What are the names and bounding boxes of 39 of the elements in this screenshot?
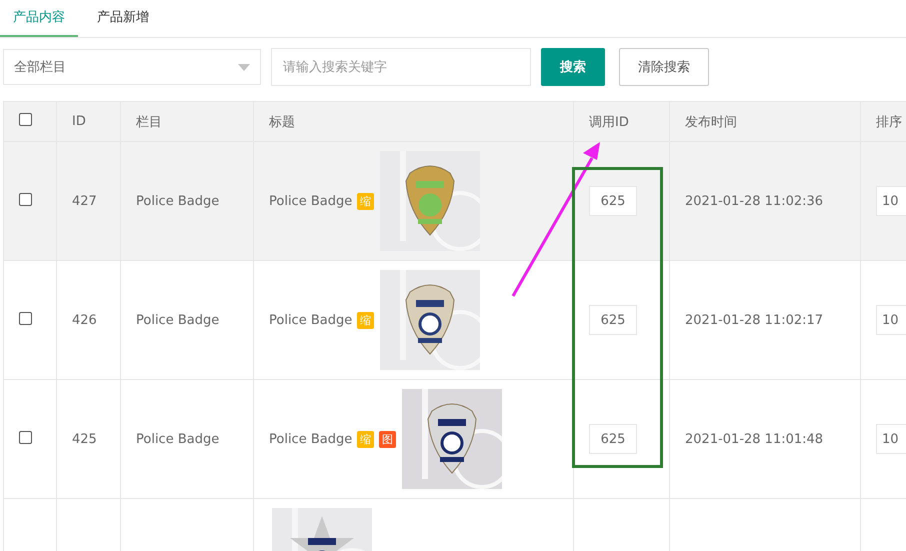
checkbox[interactable]: [19, 113, 32, 126]
call-id-field[interactable]: 625: [589, 424, 637, 454]
sort-field[interactable]: 10: [876, 424, 906, 454]
column-header: 排序: [860, 102, 906, 142]
tag: 缩: [357, 430, 374, 448]
checkbox[interactable]: [19, 192, 32, 206]
search-button[interactable]: 搜索: [541, 48, 605, 86]
sort-field[interactable]: 10: [876, 186, 906, 216]
table-cell: 2021-01-28 11:01:48: [685, 432, 824, 446]
tag: 缩: [357, 192, 374, 210]
title-text: Police Badge: [269, 312, 352, 328]
table-cell: 2021-01-28 11:02:17: [685, 312, 824, 328]
sort-field[interactable]: 10: [876, 305, 906, 335]
table-cell: 425: [72, 432, 97, 446]
search-field[interactable]: 请输入搜索关键字: [271, 48, 531, 86]
checkbox[interactable]: [19, 312, 32, 324]
title-text: Police Badge: [269, 194, 352, 208]
checkbox[interactable]: [19, 430, 32, 444]
tab[interactable]: 产品新增: [84, 0, 162, 37]
column-header: 发布时间: [670, 102, 860, 142]
tab[interactable]: 产品内容: [0, 0, 78, 37]
category-select[interactable]: 全部栏目: [3, 49, 261, 85]
title-text: Police Badge: [269, 432, 352, 446]
tag: 缩: [357, 312, 374, 328]
caret-icon: [238, 64, 250, 70]
clear-search-button[interactable]: 清除搜索: [619, 48, 709, 86]
column-header: 标题: [254, 102, 574, 142]
column-header: ID: [56, 102, 120, 142]
table-cell: Police Badge: [136, 312, 220, 328]
call-id-field[interactable]: 625: [589, 186, 637, 216]
column-header: 栏目: [120, 102, 254, 142]
column-header: 调用ID: [574, 102, 670, 142]
table-cell: Police Badge: [136, 194, 220, 208]
table-cell: 426: [72, 312, 97, 328]
table-cell: 427: [72, 194, 97, 208]
tag: 图: [379, 430, 396, 448]
table-cell: 2021-01-28 11:02:36: [685, 194, 824, 208]
table-cell: Police Badge: [136, 432, 220, 446]
call-id-field[interactable]: 625: [589, 305, 637, 335]
